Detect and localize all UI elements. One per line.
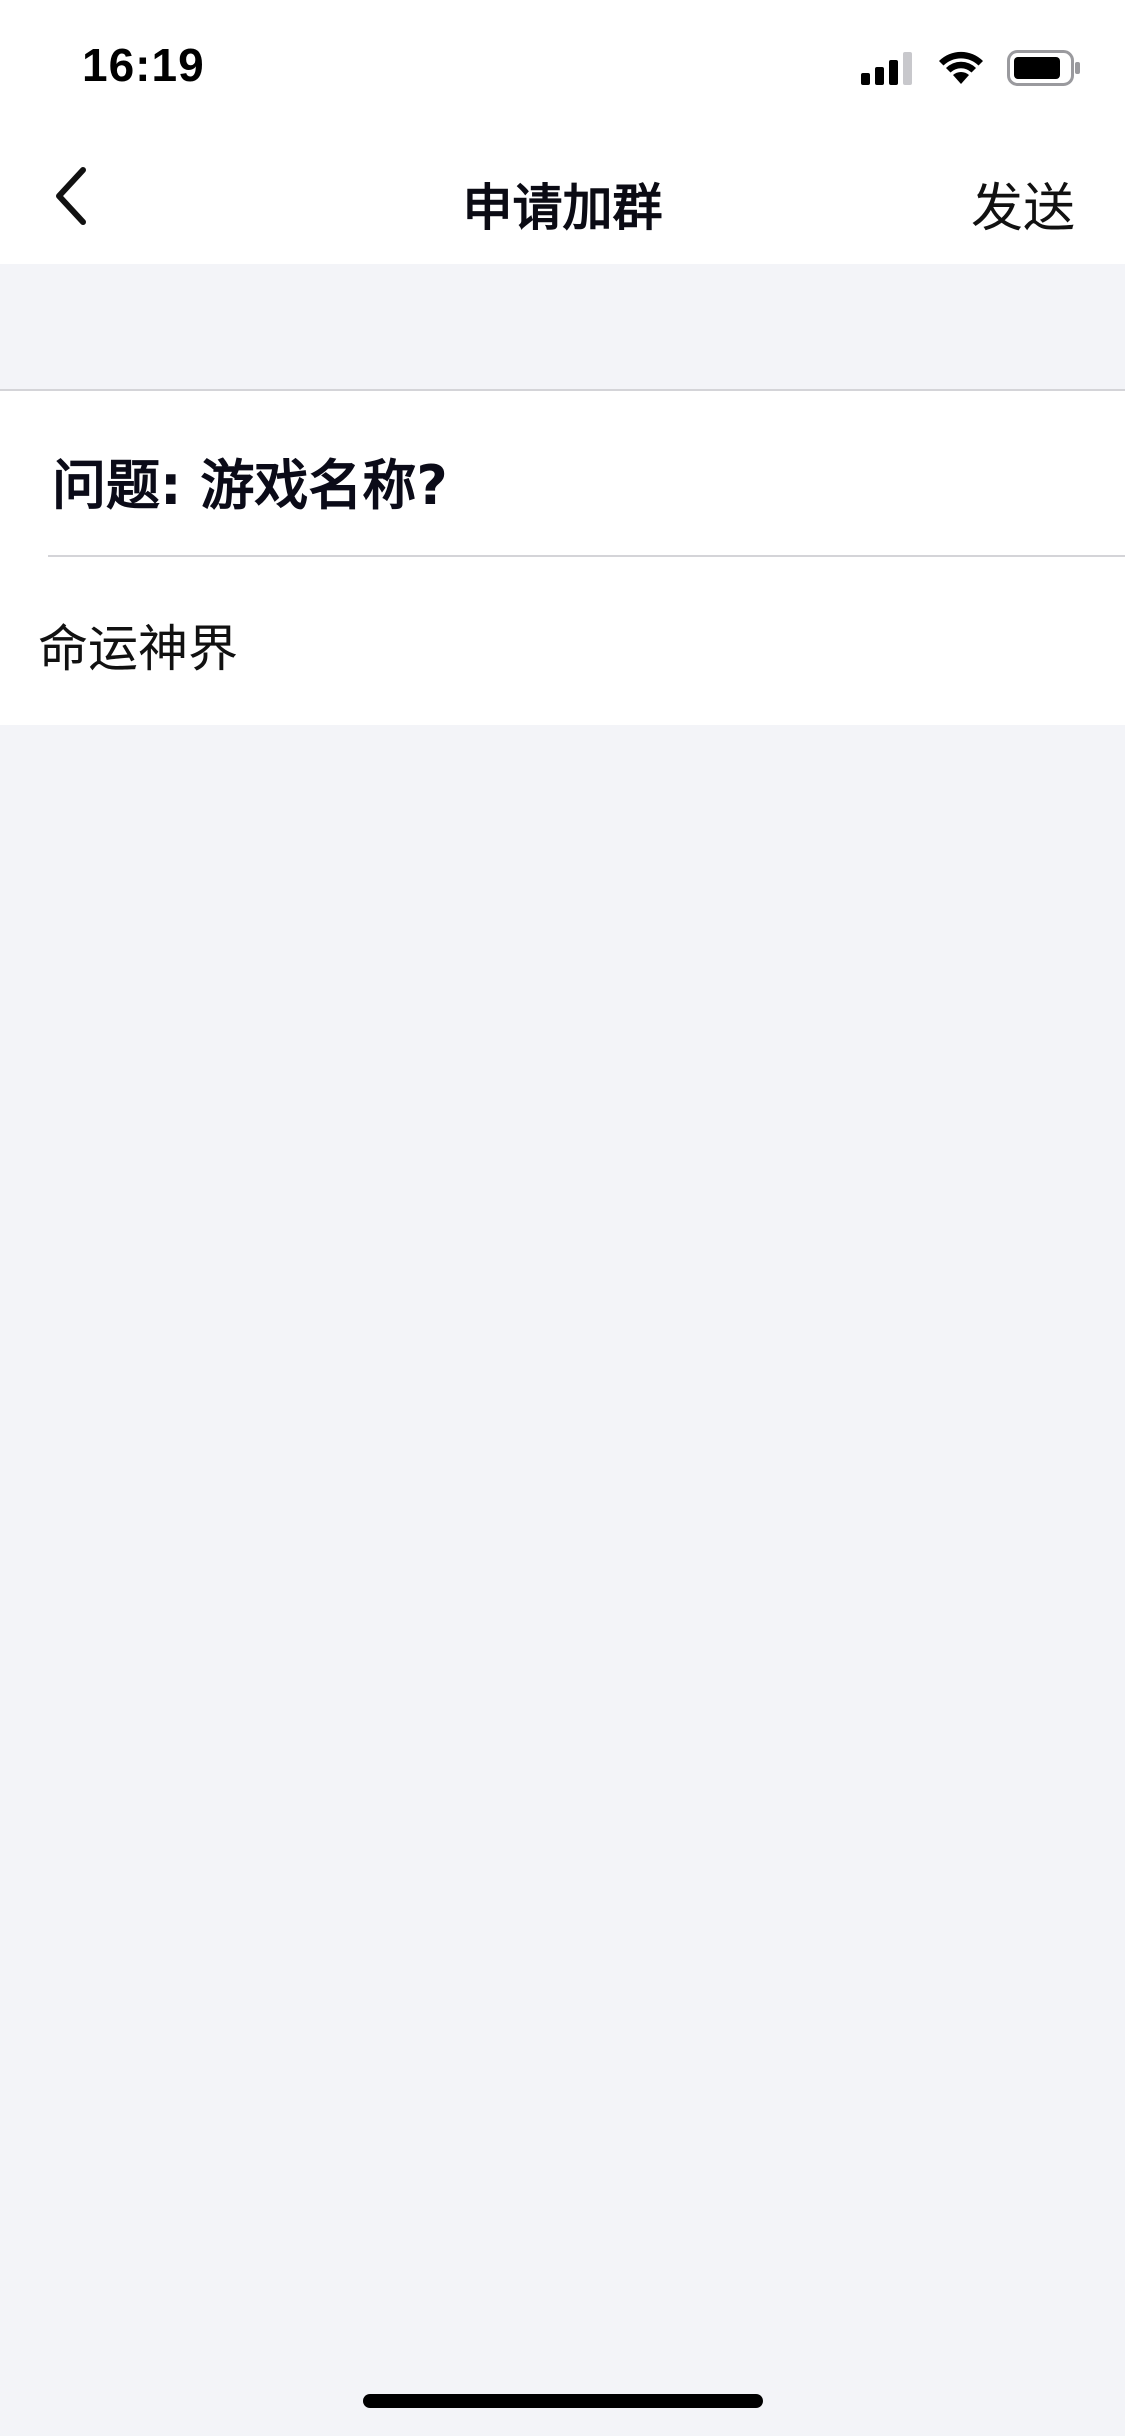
section-spacer: [0, 264, 1125, 390]
answer-input[interactable]: 命运神界: [38, 609, 1038, 681]
status-bar: 16:19: [0, 0, 1125, 132]
page-title: 申请加群: [462, 179, 663, 237]
divider: [48, 555, 1125, 557]
question-label: 问题: 游戏名称?: [52, 454, 448, 517]
status-icons: [861, 50, 1081, 90]
wifi-icon: [937, 50, 985, 90]
home-indicator: [363, 2394, 763, 2408]
join-request-form: 问题: 游戏名称? 命运神界: [0, 391, 1125, 725]
send-button[interactable]: 发送: [971, 166, 1075, 241]
navigation-bar: 申请加群 发送: [0, 132, 1125, 264]
cellular-signal-icon: [861, 51, 915, 89]
status-time: 16:19: [82, 39, 205, 91]
battery-icon: [1007, 50, 1081, 90]
